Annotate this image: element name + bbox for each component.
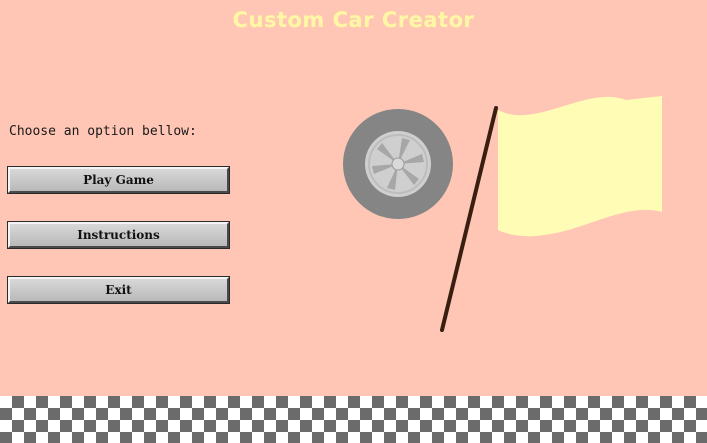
flag-cloth xyxy=(498,96,662,237)
game-title: Custom Car Creator xyxy=(232,8,475,32)
flag-pole xyxy=(440,106,498,332)
checkered-strip xyxy=(0,396,707,443)
wheel-center xyxy=(391,157,405,171)
play-game-button[interactable]: Play Game xyxy=(7,166,230,194)
exit-button[interactable]: Exit xyxy=(7,276,230,304)
menu-prompt: Choose an option bellow: xyxy=(9,124,197,139)
main-menu-screen: Custom Car Creator Choose an option bell… xyxy=(0,0,707,443)
racing-flag-icon xyxy=(440,96,662,332)
instructions-button[interactable]: Instructions xyxy=(7,221,230,249)
